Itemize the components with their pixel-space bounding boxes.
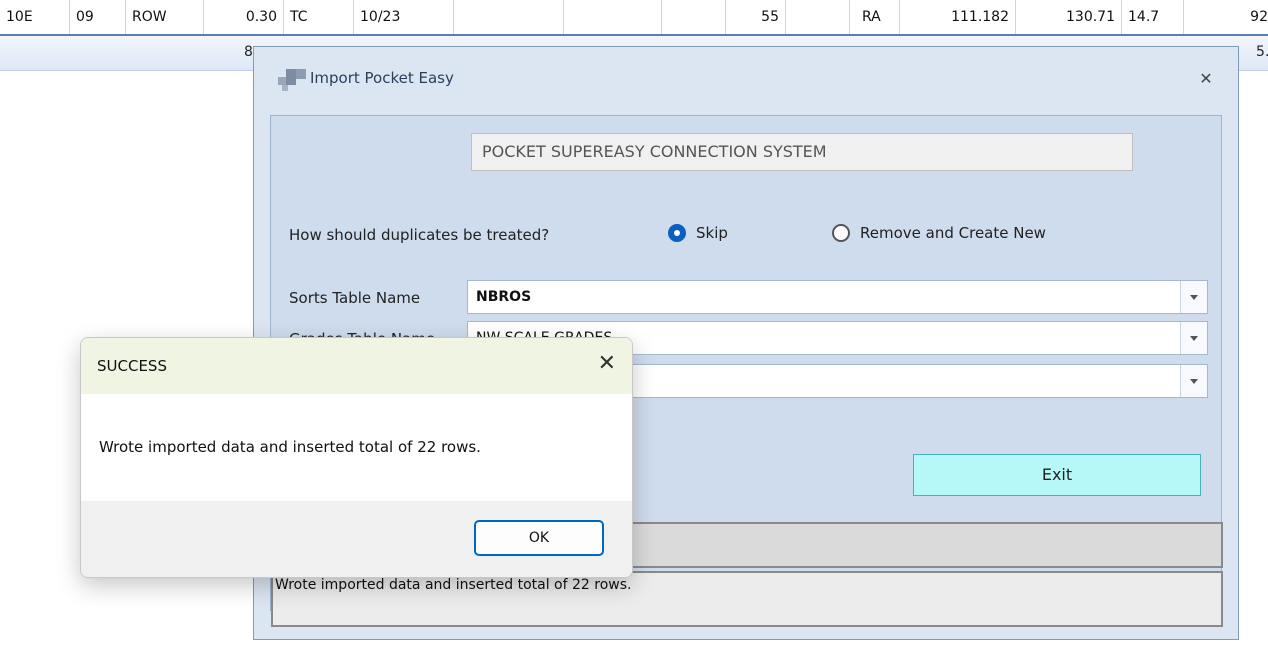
message-title-bar[interactable]: SUCCESS ✕: [81, 338, 632, 394]
chevron-down-icon[interactable]: [1180, 322, 1207, 354]
sorts-table-label: Sorts Table Name: [289, 289, 421, 307]
app-icon: [278, 69, 306, 91]
radio-skip-label: Skip: [696, 224, 728, 242]
log-output: Wrote imported data and inserted total o…: [271, 571, 1223, 627]
grid-cell[interactable]: 0.30: [204, 0, 284, 34]
grid-cell[interactable]: TC: [284, 0, 354, 34]
radio-skip[interactable]: Skip: [668, 224, 728, 242]
radio-selected-icon[interactable]: [668, 224, 686, 242]
grid-cell[interactable]: 10/23: [354, 0, 454, 34]
window-title-bar[interactable]: Import Pocket Easy ✕: [254, 47, 1238, 115]
message-text: Wrote imported data and inserted total o…: [99, 438, 481, 456]
grid-cell[interactable]: [786, 0, 850, 34]
success-message-box: SUCCESS ✕ Wrote imported data and insert…: [80, 337, 633, 578]
grid-cell[interactable]: 92: [1184, 0, 1268, 34]
exit-button[interactable]: Exit: [913, 454, 1201, 496]
close-icon[interactable]: ✕: [1196, 69, 1216, 89]
ok-button[interactable]: OK: [474, 520, 604, 556]
chevron-down-icon[interactable]: [1180, 365, 1207, 397]
grid-cell[interactable]: ROW: [126, 0, 204, 34]
system-title-field: POCKET SUPEREASY CONNECTION SYSTEM: [471, 133, 1133, 171]
message-title: SUCCESS: [97, 357, 167, 375]
grid-cell[interactable]: 55: [726, 0, 786, 34]
sorts-table-combo[interactable]: NBROS: [467, 280, 1208, 314]
sorts-table-value: NBROS: [476, 289, 532, 305]
grid-cell[interactable]: 111.182: [900, 0, 1016, 34]
radio-unselected-icon[interactable]: [832, 224, 850, 242]
grid-cell[interactable]: [662, 0, 726, 34]
radio-remove-and-create[interactable]: Remove and Create New: [832, 224, 1046, 242]
footer-fragment: 5…: [1256, 44, 1268, 60]
grid-cell[interactable]: RA: [850, 0, 900, 34]
window-title: Import Pocket Easy: [310, 69, 454, 87]
grid-cell[interactable]: [564, 0, 662, 34]
grid-cell[interactable]: [454, 0, 564, 34]
grid-cell[interactable]: 10E: [0, 0, 70, 34]
message-footer: OK: [81, 501, 632, 577]
chevron-down-icon[interactable]: [1180, 281, 1207, 313]
grid-cell[interactable]: 130.71: [1016, 0, 1122, 34]
close-icon[interactable]: ✕: [598, 351, 616, 377]
footer-fragment: 8: [244, 44, 253, 60]
grid-cell[interactable]: 09: [70, 0, 126, 34]
duplicates-question: How should duplicates be treated?: [289, 226, 550, 244]
grid-cell[interactable]: 14.7: [1122, 0, 1184, 34]
radio-remove-label: Remove and Create New: [860, 224, 1046, 242]
grid-row[interactable]: 10E 09 ROW 0.30 TC 10/23 55 RA 111.182 1…: [0, 0, 1268, 36]
